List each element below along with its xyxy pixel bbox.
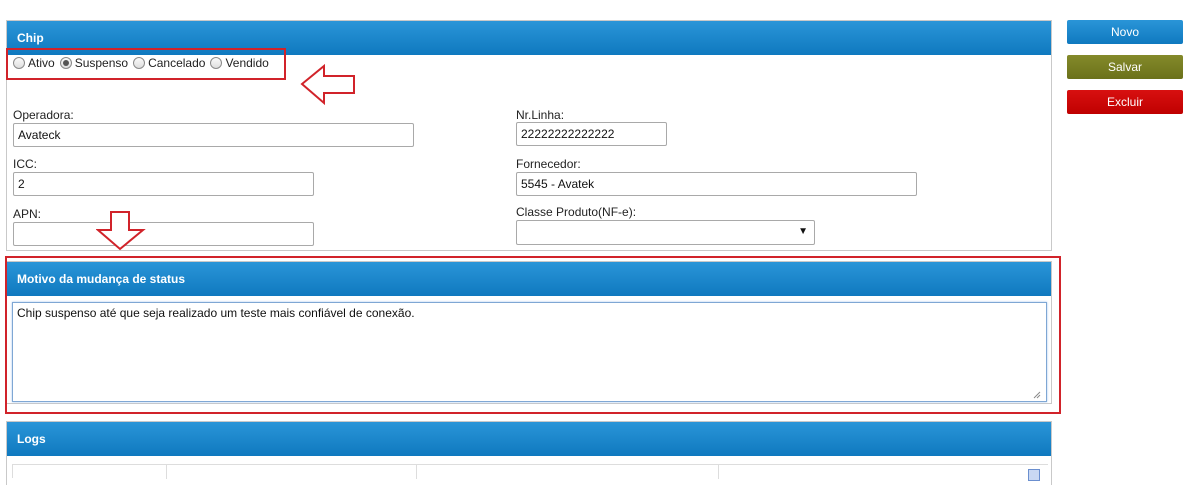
nr-linha-input[interactable]	[516, 122, 667, 146]
icc-input[interactable]	[13, 172, 314, 196]
logs-column	[417, 465, 719, 479]
top-strip	[0, 0, 1195, 10]
logs-table	[12, 464, 1048, 481]
fornecedor-label: Fornecedor:	[516, 157, 581, 171]
radio-vendido[interactable]	[210, 57, 223, 69]
logs-column	[167, 465, 417, 479]
logs-panel: Logs	[6, 421, 1052, 485]
resize-grip-icon[interactable]	[1033, 391, 1041, 399]
nr-linha-label: Nr.Linha:	[516, 108, 565, 122]
fornecedor-input[interactable]	[516, 172, 917, 196]
motivo-panel: Motivo da mudança de status Chip suspens…	[6, 261, 1052, 404]
classe-produto-select[interactable]: ▼	[516, 220, 815, 245]
status-radio-group: Ativo Suspenso Cancelado Vendido	[6, 48, 286, 80]
logs-panel-title: Logs	[7, 422, 1051, 456]
novo-button[interactable]: Novo	[1067, 20, 1183, 44]
arrow-left-annotation-icon	[300, 63, 355, 106]
dropdown-arrow-icon: ▼	[798, 226, 808, 237]
motivo-panel-title: Motivo da mudança de status	[7, 262, 1051, 296]
radio-cancelado-label: Cancelado	[148, 56, 206, 70]
radio-ativo[interactable]	[13, 57, 25, 69]
arrow-down-annotation-icon	[96, 211, 146, 251]
icc-label: ICC:	[13, 157, 37, 171]
operadora-input[interactable]	[13, 123, 414, 147]
logs-column	[13, 465, 167, 479]
apn-label: APN:	[13, 207, 42, 221]
excluir-button[interactable]: Excluir	[1067, 90, 1183, 114]
logs-select-checkbox[interactable]	[1028, 469, 1040, 481]
radio-cancelado[interactable]	[133, 57, 146, 69]
radio-suspenso[interactable]	[59, 57, 72, 69]
apn-input[interactable]	[13, 222, 314, 246]
motivo-textarea[interactable]: Chip suspenso até que seja realizado um …	[12, 302, 1047, 402]
radio-vendido-label: Vendido	[225, 56, 269, 70]
operadora-label: Operadora:	[13, 108, 74, 122]
radio-ativo-label: Ativo	[28, 56, 55, 70]
classe-produto-label: Classe Produto(NF-e):	[516, 205, 637, 219]
salvar-button[interactable]: Salvar	[1067, 55, 1183, 79]
radio-suspenso-label: Suspenso	[74, 56, 129, 70]
